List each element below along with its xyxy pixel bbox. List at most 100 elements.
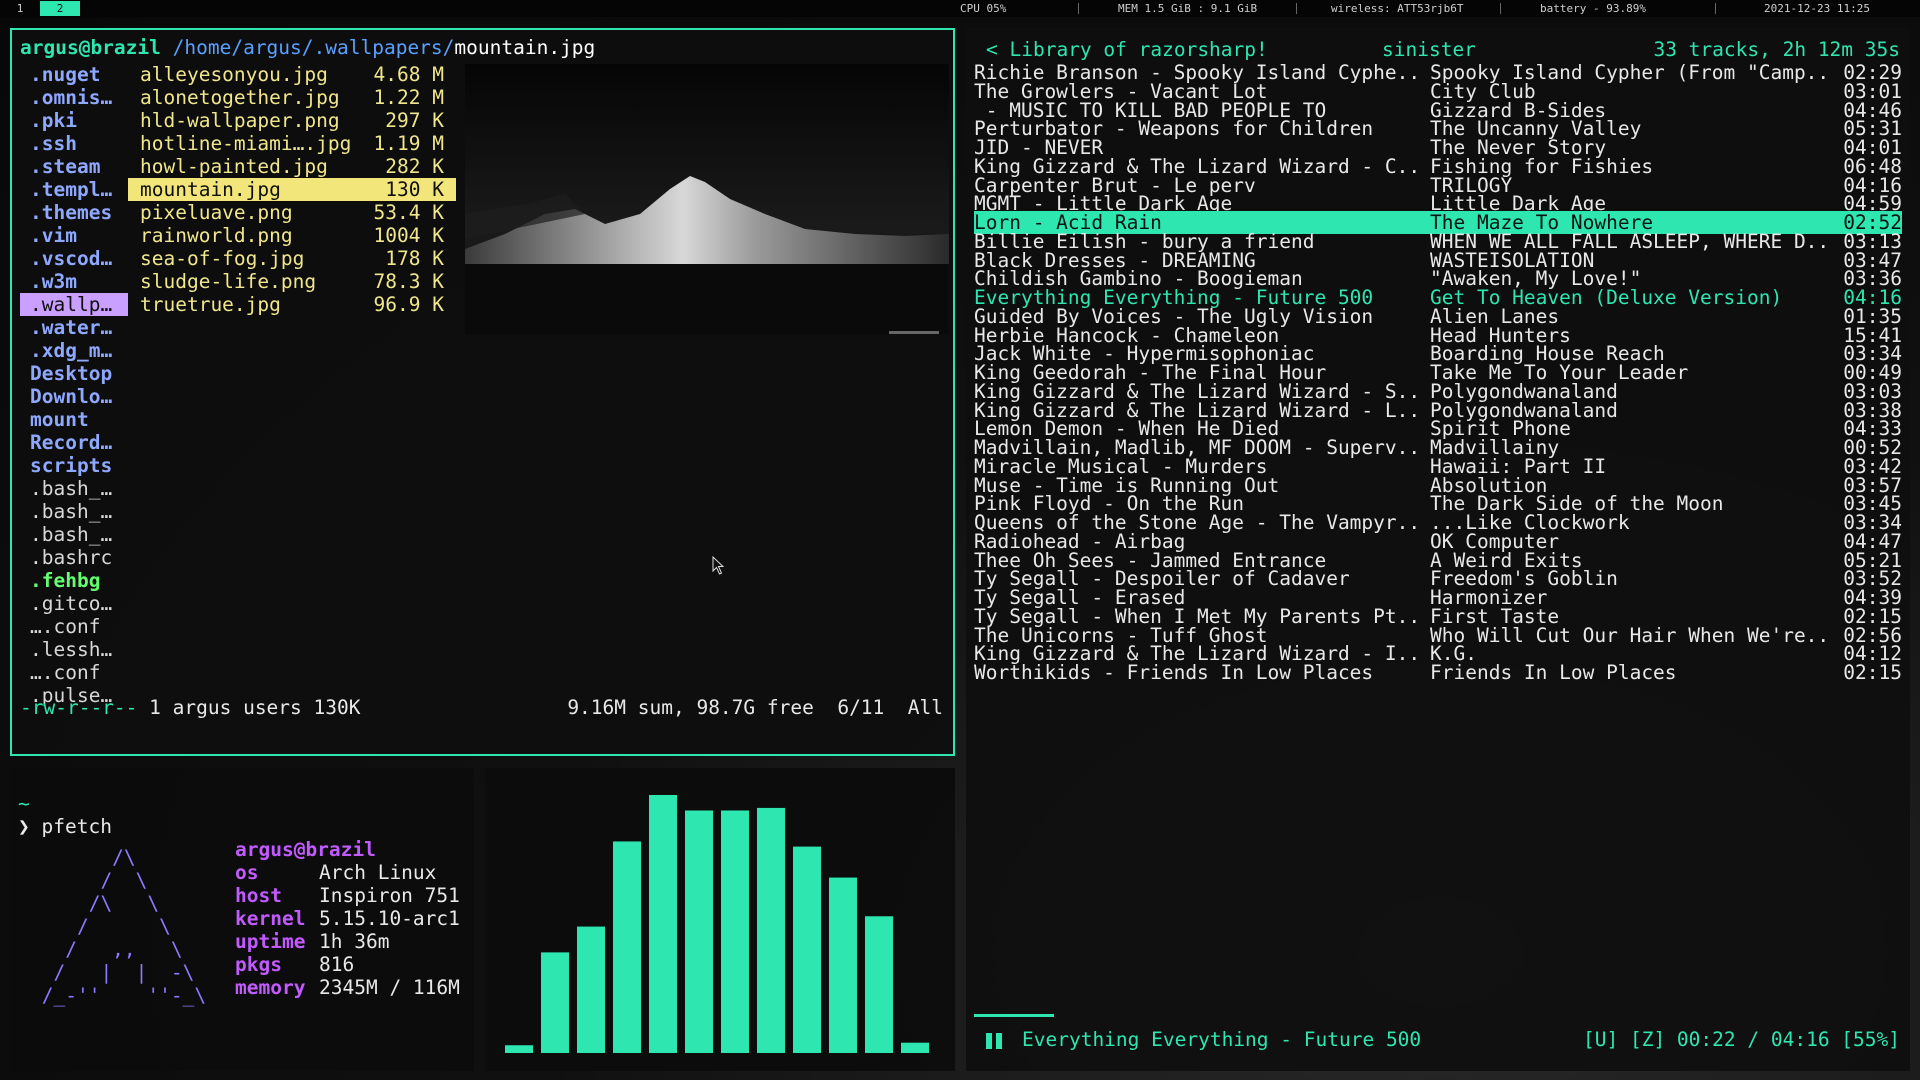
file-info: -rw-r--r-- 1 argus users 130K [20,696,360,719]
file-entry[interactable]: sea-of-fog.jpg 178 K [128,247,456,270]
track-artist-title: Worthikids - Friends In Low Places [974,661,1374,684]
pfetch-row: uptime 1h 36m [235,930,389,953]
file-name: mountain.jpg [140,178,281,201]
file-size: 96.9 K [373,293,444,316]
parent-dir-entry[interactable]: mount [20,408,128,431]
workspace-2[interactable]: 2 [40,1,80,16]
workspace-1[interactable]: 1 [0,1,40,16]
pfetch-row: memory 2345M / 116M [235,976,460,999]
arch-logo-art: /\ / \ /\ \ / \ / ,, \ / | | -\ /_-'' ''… [41,846,207,1007]
parent-dir-entry[interactable]: .vscod… [20,247,128,270]
divider [1078,3,1079,14]
pfetch-key: kernel [235,907,306,930]
parent-dir-entry[interactable]: .steam [20,155,128,178]
pfetch-user: argus@brazil [235,838,376,861]
parent-dir-entry[interactable]: .vim [20,224,128,247]
file-size: 297 K [385,109,444,132]
parent-dir-entry[interactable]: .xdg_m… [20,339,128,362]
file-entry-selected[interactable]: mountain.jpg 130 K [128,178,456,201]
file-size: 282 K [385,155,444,178]
parent-dir-entry[interactable]: .w3m [20,270,128,293]
parent-dir-entry[interactable]: .themes [20,201,128,224]
pfetch-key: os [235,861,259,884]
parent-dir-entry[interactable]: .nuget [20,63,128,86]
pfetch-row: host Inspiron 751 [235,884,460,907]
file-entry[interactable]: sludge-life.png 78.3 K [128,270,456,293]
file-size: 78.3 K [373,270,444,293]
file-name: sea-of-fog.jpg [140,247,305,270]
parent-dir-entry[interactable]: ….conf [20,615,128,638]
pfetch-row: pkgs 816 [235,953,354,976]
file-name: alleyesonyou.jpg [140,63,328,86]
ranger-dir: /home/argus/.wallpapers/ [172,36,455,59]
file-size: 130 K [385,178,444,201]
ranger-path: argus@brazil /home/argus/.wallpapers/mou… [20,36,595,59]
prompt-symbol: ❯ [18,815,30,838]
file-size: 1.19 M [373,132,444,155]
file-entry[interactable]: alonetogether.jpg 1.22 M [128,86,456,109]
cmus-window[interactable]: < Library of razorsharp! sinister 33 tra… [966,28,1910,1071]
preview-scrollbar[interactable] [889,331,939,334]
parent-dir-entry[interactable]: .bash_… [20,523,128,546]
parent-dir-entry[interactable]: .templ… [20,178,128,201]
file-size: 1.22 M [373,86,444,109]
parent-dir-entry[interactable]: .ssh [20,132,128,155]
track-summary: 33 tracks, 2h 12m 35s [1653,38,1900,61]
parent-dir-entry[interactable]: .omnis… [20,86,128,109]
file-name: pixeluave.png [140,201,293,224]
file-entry[interactable]: rainworld.png 1004 K [128,224,456,247]
parent-dir-entry[interactable]: Downlo… [20,385,128,408]
file-name: alonetogether.jpg [140,86,340,109]
parent-dir-entry[interactable]: Desktop [20,362,128,385]
status-bar: 1 2 CPU 05% MEM 1.5 GiB : 9.1 GiB wirele… [0,0,1920,17]
wireless-indicator: wireless: ATT53rjb6T [1331,2,1464,15]
visualizer-bar [721,810,749,1053]
parent-dir-entry[interactable]: .water… [20,316,128,339]
pfetch-row: kernel 5.15.10-arc1 [235,907,460,930]
memory-indicator: MEM 1.5 GiB : 9.1 GiB [1118,2,1258,15]
ranger-window[interactable]: argus@brazil /home/argus/.wallpapers/mou… [10,28,955,756]
file-entry[interactable]: howl-painted.jpg 282 K [128,155,456,178]
parent-dir-entry[interactable]: .bash_… [20,477,128,500]
prompt-line[interactable]: ❯ pfetch [18,815,112,838]
file-entry[interactable]: truetrue.jpg 96.9 K [128,293,456,316]
audio-visualizer [485,768,955,1071]
parent-dir-entry[interactable]: scripts [20,454,128,477]
file-name: rainworld.png [140,224,293,247]
parent-dir-entry[interactable]: ….conf [20,661,128,684]
parent-dir-entry[interactable]: .wallp… [20,293,128,316]
parent-dir-entry[interactable]: .bash_… [20,500,128,523]
terminal-window[interactable]: ~ ❯ pfetch /\ / \ /\ \ / \ / ,, \ / | | … [10,768,474,1071]
parent-dir-entry[interactable]: .bashrc [20,546,128,569]
pfetch-value: 816 [319,953,355,976]
pfetch-value: Arch Linux [319,861,437,884]
pfetch-key: pkgs [235,953,282,976]
parent-dir-entry[interactable]: .gitco… [20,592,128,615]
file-entry[interactable]: pixeluave.png 53.4 K [128,201,456,224]
progress-bar[interactable] [974,1014,1054,1017]
current-dir-column[interactable]: alleyesonyou.jpg 4.68 M alonetogether.jpg 1… [128,63,456,316]
divider [1500,3,1501,14]
parent-dir-entry[interactable]: Record… [20,431,128,454]
pfetch-key: memory [235,976,306,999]
parent-dir-entry[interactable]: .lessh… [20,638,128,661]
battery-indicator: battery - 93.89% [1540,2,1646,15]
visualizer-bar [505,1045,533,1053]
prompt-dir: ~ [18,792,30,815]
file-entry[interactable]: hotline-miami….jpg 1.19 M [128,132,456,155]
parent-dir-column[interactable]: .nuget .omnis… .pki .ssh .steam .templ… .theme… [20,63,128,707]
parent-dir-entry[interactable]: .pki [20,109,128,132]
file-entry[interactable]: alleyesonyou.jpg 4.68 M [128,63,456,86]
library-title[interactable]: < Library of razorsharp! [986,38,1268,61]
file-name: hotline-miami….jpg [140,132,352,155]
visualizer-bar [685,810,713,1053]
mountain-preview-image [465,64,949,334]
pfetch-value: 5.15.10-arc1 [319,907,460,930]
file-entry[interactable]: hld-wallpaper.png 297 K [128,109,456,132]
file-name: truetrue.jpg [140,293,281,316]
parent-dir-entry[interactable]: .fehbg [20,569,128,592]
track-row[interactable]: Worthikids - Friends In Low Places Friend… [974,661,1902,684]
file-perms: -rw-r--r-- [20,696,138,719]
pause-icon[interactable] [986,1033,1004,1049]
pfetch-row: os Arch Linux [235,861,436,884]
